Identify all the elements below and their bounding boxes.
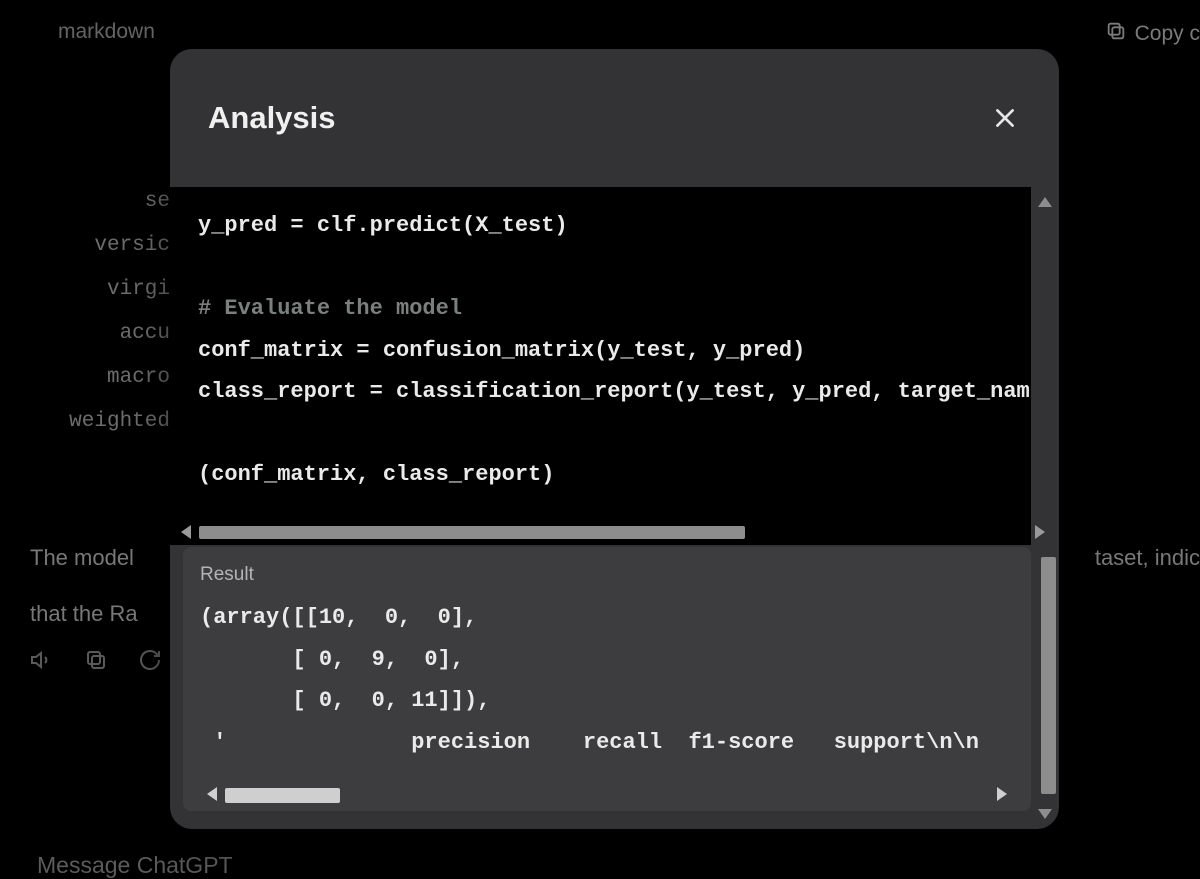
result-panel: Result (array([[10, 0, 0], [ 0, 9, 0], [… [183,547,1031,811]
result-content[interactable]: (array([[10, 0, 0], [ 0, 9, 0], [ 0, 0, … [200,597,1031,763]
modal-body: y_pred = clf.predict(X_test) # Evaluate … [170,187,1059,829]
scroll-thumb[interactable] [225,788,340,803]
close-icon [992,105,1018,131]
result-horizontal-scrollbar[interactable] [207,785,1007,803]
scroll-down-icon [1038,809,1052,819]
modal-title: Analysis [208,100,336,136]
analysis-modal: Analysis y_pred = clf.predict(X_test) # … [170,49,1059,829]
code-horizontal-scrollbar[interactable] [181,523,1045,541]
scroll-up-icon [1038,197,1052,207]
modal-header: Analysis [170,49,1059,187]
code-panel: y_pred = clf.predict(X_test) # Evaluate … [170,187,1031,545]
close-button[interactable] [985,98,1025,138]
scroll-thumb[interactable] [199,526,745,539]
code-content[interactable]: y_pred = clf.predict(X_test) # Evaluate … [198,205,1031,496]
scroll-track [225,788,989,801]
scroll-right-icon [997,787,1007,801]
scroll-left-icon [181,525,191,539]
scroll-left-icon [207,787,217,801]
page-root: markdown Copy c se versic virgi accu mac… [0,0,1200,879]
scroll-track [199,526,1027,539]
vertical-scroll-thumb[interactable] [1041,557,1056,794]
result-label: Result [200,564,254,586]
